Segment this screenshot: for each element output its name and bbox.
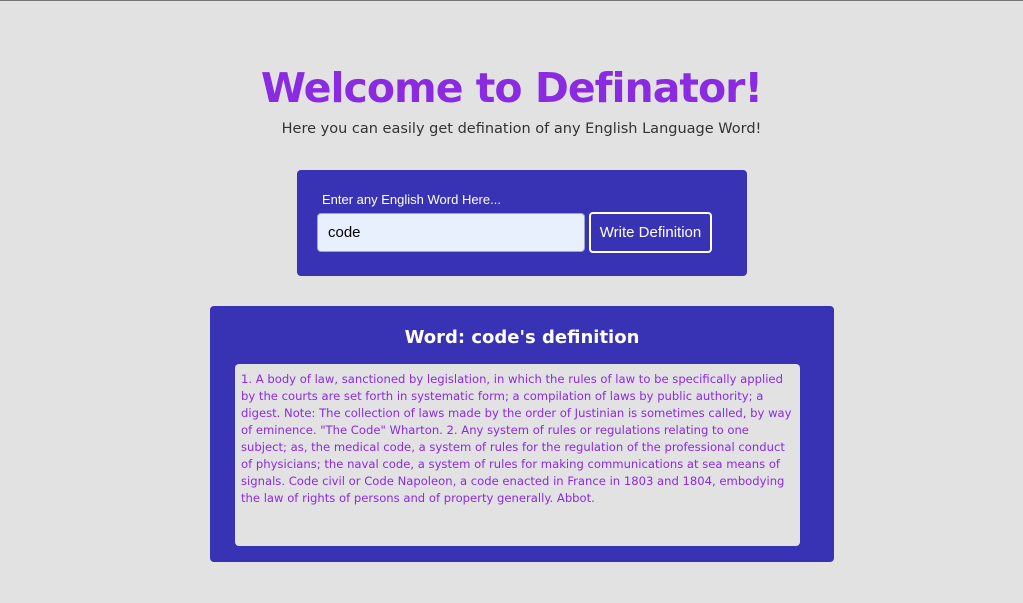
write-definition-button[interactable]: Write Definition bbox=[589, 212, 712, 253]
page-title: Welcome to Definator! bbox=[260, 64, 763, 112]
result-heading-prefix: Word: bbox=[404, 327, 472, 348]
result-heading: Word: code's definition bbox=[210, 327, 834, 349]
result-word: code bbox=[471, 327, 520, 348]
result-heading-suffix: 's definition bbox=[519, 327, 640, 348]
page-subtitle: Here you can easily get defination of an… bbox=[281, 121, 762, 137]
word-input-label: Enter any English Word Here... bbox=[322, 192, 501, 207]
word-input[interactable] bbox=[317, 213, 585, 252]
result-panel: Word: code's definition 1. A body of law… bbox=[210, 306, 834, 562]
definition-text: 1. A body of law, sanctioned by legislat… bbox=[235, 364, 800, 546]
search-panel: Enter any English Word Here... Write Def… bbox=[297, 170, 747, 276]
